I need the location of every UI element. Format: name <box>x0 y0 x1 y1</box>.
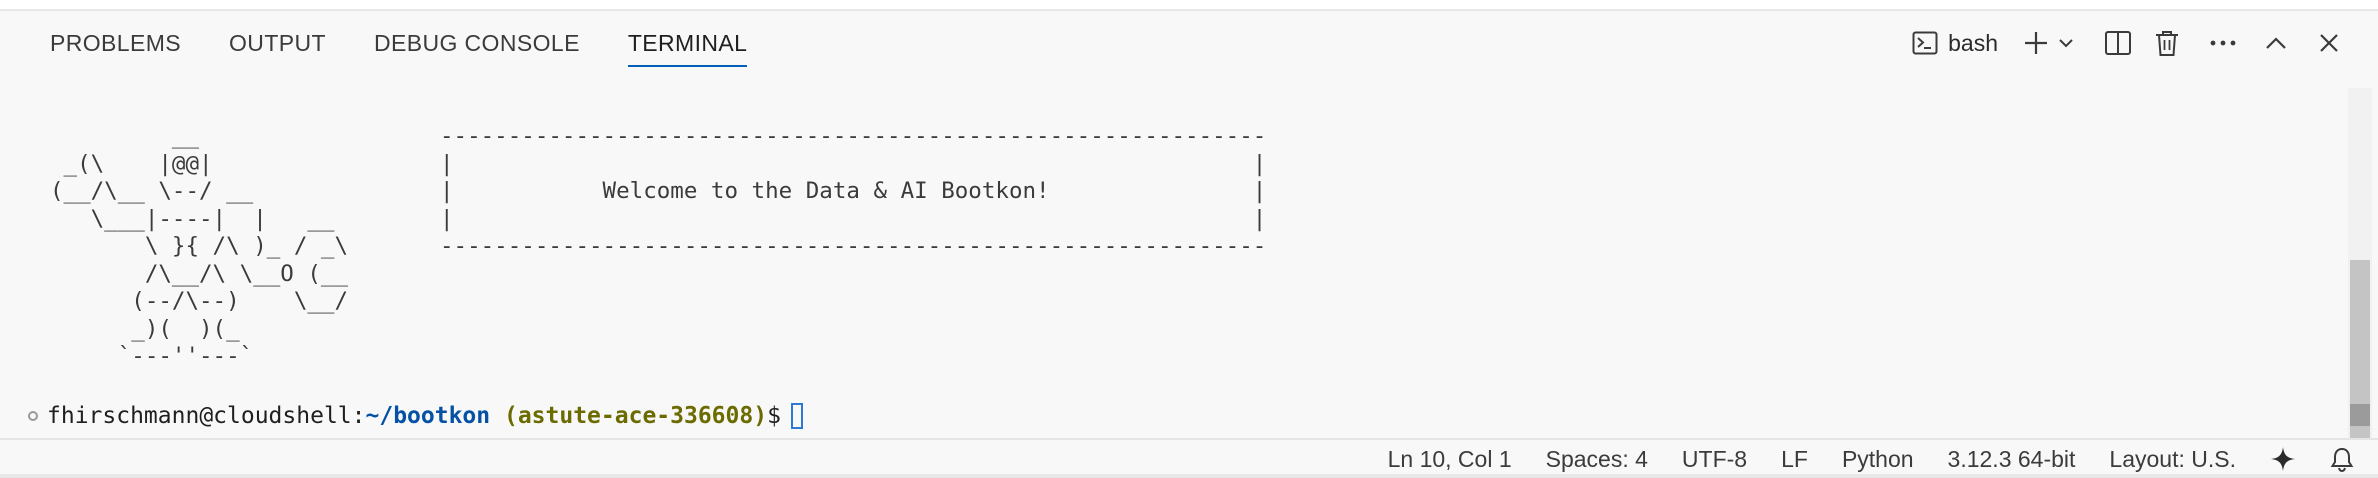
new-terminal-button[interactable] <box>2022 25 2050 61</box>
chevron-up-icon <box>2264 35 2288 51</box>
art-line: _)( )(_ <box>50 315 240 342</box>
command-decoration-icon[interactable] <box>28 411 38 421</box>
shell-label: bash <box>1948 29 1998 56</box>
more-actions-button[interactable] <box>2210 25 2236 61</box>
chevron-down-icon <box>2058 35 2074 51</box>
art-line: \___|----| | __ <box>50 205 335 232</box>
tab-output[interactable]: OUTPUT <box>229 30 326 70</box>
bottom-edge <box>0 474 2378 478</box>
status-keyboard-layout[interactable]: Layout: U.S. <box>2109 446 2236 473</box>
art-line: _(\ |@@| <box>50 150 213 177</box>
prompt-path: ~/bootkon <box>365 403 491 429</box>
prompt-project: (astute-ace-336608) <box>490 403 768 429</box>
banner-line: | Welcome to the Data & AI Bootkon! | <box>440 178 1267 204</box>
status-eol[interactable]: LF <box>1781 446 1808 473</box>
close-panel-button[interactable] <box>2318 25 2340 61</box>
scrollbar-position-marker <box>2350 404 2370 426</box>
panel-tabs: PROBLEMS OUTPUT DEBUG CONSOLE TERMINAL <box>50 30 795 70</box>
art-line: /\__/\ \__O (__ <box>50 260 349 287</box>
status-interpreter[interactable]: 3.12.3 64-bit <box>1948 446 2076 473</box>
banner-line: ----------------------------------------… <box>440 123 1267 149</box>
art-line: \ }{ /\ )_ / _\ <box>50 233 349 259</box>
bell-icon[interactable] <box>2330 446 2354 472</box>
status-cursor-position[interactable]: Ln 10, Col 1 <box>1388 446 1512 473</box>
shell-selector-button[interactable]: bash <box>1912 25 1998 61</box>
split-terminal-button[interactable] <box>2104 25 2132 61</box>
launch-profile-button[interactable] <box>2058 25 2074 61</box>
banner-line: | | <box>440 150 1267 177</box>
sparkle-icon[interactable] <box>2270 446 2296 472</box>
status-indentation[interactable]: Spaces: 4 <box>1546 446 1648 473</box>
ascii-art: __ _(\ |@@| (__/\__ \--/ __ \___|----| |… <box>50 123 348 371</box>
tab-debug-console[interactable]: DEBUG CONSOLE <box>374 30 580 70</box>
kill-terminal-button[interactable] <box>2154 25 2180 61</box>
terminal-panel: PROBLEMS OUTPUT DEBUG CONSOLE TERMINAL b… <box>0 0 2378 478</box>
terminal-scrollbar[interactable] <box>2348 88 2372 438</box>
plus-icon <box>2022 29 2050 57</box>
status-language[interactable]: Python <box>1842 446 1914 473</box>
terminal-toolbar: bash <box>1912 24 2340 62</box>
terminal-output[interactable]: __ _(\ |@@| (__/\__ \--/ __ \___|----| |… <box>0 88 2346 438</box>
terminal-icon <box>1912 30 1938 56</box>
ellipsis-icon <box>2210 39 2236 47</box>
status-encoding[interactable]: UTF-8 <box>1682 446 1747 473</box>
prompt-user-host: fhirschmann@cloudshell: <box>47 403 366 429</box>
art-line: (--/\--) \__/ <box>50 288 349 314</box>
art-line: (__/\__ \--/ __ <box>50 178 254 204</box>
art-line: __ <box>50 123 200 149</box>
banner-line: | | <box>440 205 1267 232</box>
tab-terminal[interactable]: TERMINAL <box>627 30 748 70</box>
status-bar: Ln 10, Col 1 Spaces: 4 UTF-8 LF Python 3… <box>0 438 2378 478</box>
trash-icon <box>2154 29 2180 57</box>
close-icon <box>2318 32 2340 54</box>
art-line: `---''---` <box>50 343 254 369</box>
prompt-dollar: $ <box>767 403 781 429</box>
shell-prompt[interactable]: fhirschmann@cloudshell: ~/bootkon (astute… <box>28 401 803 431</box>
status-bar-items: Ln 10, Col 1 Spaces: 4 UTF-8 LF Python 3… <box>1354 440 2354 478</box>
welcome-banner: ----------------------------------------… <box>440 123 1266 261</box>
tab-problems[interactable]: PROBLEMS <box>50 30 181 70</box>
terminal-cursor <box>790 403 803 429</box>
maximize-panel-button[interactable] <box>2264 25 2288 61</box>
panel-top-border <box>0 0 2378 11</box>
split-icon <box>2104 29 2132 57</box>
banner-line: ----------------------------------------… <box>440 233 1267 259</box>
